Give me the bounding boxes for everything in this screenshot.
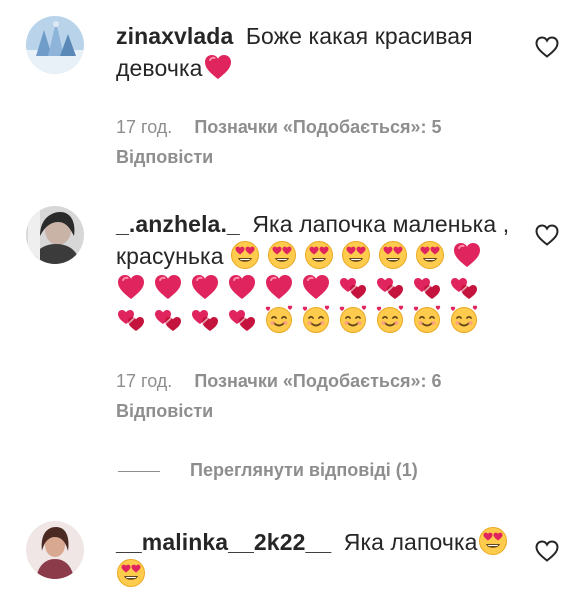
comment-meta: 17 год. Позначки «Подобається»: 6 Відпові… [116,366,517,426]
revolving-hearts-emoji [153,304,183,334]
heart-icon[interactable] [535,36,559,58]
comment-body: zinaxvlada Боже какая красивая девочка [116,20,521,84]
comment-text: Яка лапочка [343,529,478,555]
red-heart-emoji [301,272,331,302]
revolving-hearts-emoji [116,304,146,334]
revolving-hearts-emoji [449,272,479,302]
smiling-hearts-emoji [449,304,479,334]
comment-emojis [203,55,240,81]
heart-eyes-emoji [415,240,445,270]
heart-icon[interactable] [535,224,559,246]
smiling-hearts-emoji [375,304,405,334]
red-heart-emoji [264,272,294,302]
reply-button[interactable]: Відповісти [116,147,213,167]
heart-icon[interactable] [535,540,559,562]
comment-body: __malinka__2k22__ Яка лапочка [116,526,521,590]
comment-username[interactable]: zinaxvlada [116,23,233,49]
revolving-hearts-emoji [375,272,405,302]
heart-eyes-emoji [378,240,408,270]
smiling-hearts-emoji [301,304,331,334]
view-replies-label: Переглянути відповіді (1) [190,460,418,480]
heart-eyes-emoji [304,240,334,270]
revolving-hearts-emoji [227,304,257,334]
revolving-hearts-emoji [338,272,368,302]
heart-eyes-emoji [341,240,371,270]
red-heart-emoji [116,272,146,302]
reply-button[interactable]: Відповісти [116,401,213,421]
comment-meta: 17 год. Позначки «Подобається»: 5 Відпові… [116,112,517,172]
comment-time[interactable]: 17 год. [116,371,172,391]
red-heart-emoji [227,272,257,302]
red-heart-emoji [203,52,233,82]
comment-username[interactable]: __malinka__2k22__ [116,529,331,555]
revolving-hearts-emoji [412,272,442,302]
heart-eyes-emoji [478,526,508,556]
revolving-hearts-emoji [190,304,220,334]
avatar[interactable] [26,521,84,579]
divider-line [118,470,160,472]
smiling-hearts-emoji [338,304,368,334]
comment-time[interactable]: 17 год. [116,117,172,137]
comment-likes[interactable]: Позначки «Подобається»: 5 [194,117,441,137]
red-heart-emoji [452,240,482,270]
avatar[interactable] [26,16,84,74]
heart-eyes-emoji [116,558,146,588]
comment-username[interactable]: _.anzhela._ [116,211,240,237]
smiling-hearts-emoji [412,304,442,334]
avatar[interactable] [26,206,84,264]
comment-body: _.anzhela._ Яка лапочка маленька , красу… [116,208,521,336]
red-heart-emoji [153,272,183,302]
view-replies-button[interactable]: Переглянути відповіді (1) [118,456,418,484]
smiling-hearts-emoji [264,304,294,334]
comment-likes[interactable]: Позначки «Подобається»: 6 [194,371,441,391]
red-heart-emoji [190,272,220,302]
heart-eyes-emoji [267,240,297,270]
comments-feed: zinaxvlada Боже какая красивая девочка 1… [0,0,577,600]
heart-eyes-emoji [230,240,260,270]
